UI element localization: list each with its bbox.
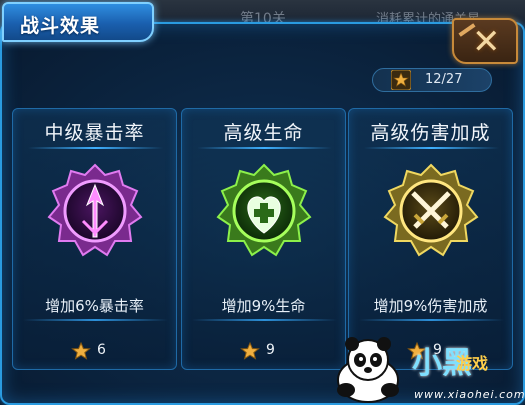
star-counter: 12/27 [372, 68, 492, 92]
title-divider [197, 147, 332, 149]
title-divider [364, 147, 499, 149]
description-divider [23, 319, 168, 321]
effect-card-life[interactable]: 高级生命 增加9%生命 9 [181, 108, 346, 370]
star-icon [391, 70, 411, 90]
panda-mascot-icon [337, 337, 399, 403]
effect-description: 增加6%暴击率 [45, 297, 144, 315]
watermark-tagline: 游戏 [456, 354, 489, 373]
close-button[interactable]: ✕ [452, 18, 518, 64]
description-divider [192, 319, 337, 321]
crossed-swords-icon [383, 163, 479, 257]
effect-cost-value: 9 [266, 342, 275, 358]
description-divider [359, 319, 504, 321]
effect-description: 增加9%伤害加成 [373, 297, 488, 315]
watermark-url: www.xiaohei.com [414, 388, 525, 401]
star-icon [240, 341, 260, 360]
effect-card-crit[interactable]: 中级暴击率 增加6%暴击率 6 [12, 108, 177, 370]
star-progress: 12/27 [425, 72, 463, 87]
title-divider [28, 147, 163, 149]
effect-description: 增加9%生命 [221, 297, 306, 315]
effect-card-title: 中级暴击率 [44, 122, 145, 144]
star-icon [71, 341, 91, 360]
arrow-crit-icon [47, 163, 143, 257]
effect-card-title: 高级伤害加成 [370, 122, 491, 144]
close-icon: ✕ [472, 22, 501, 62]
window-title: 战斗效果 [20, 15, 101, 37]
heart-plus-icon [216, 163, 312, 257]
window-title-tab: 战斗效果 [2, 2, 154, 42]
effect-cost-value: 6 [97, 342, 106, 358]
effect-card-title: 高级生命 [223, 122, 304, 144]
site-watermark: 小黑 游戏 www.xiaohei.com [328, 328, 525, 405]
